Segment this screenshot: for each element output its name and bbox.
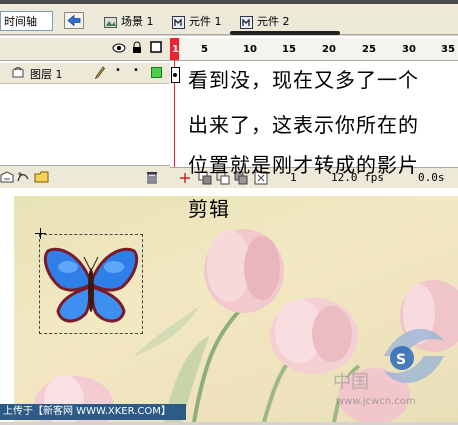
registration-crosshair	[35, 228, 46, 239]
back-button[interactable]	[64, 12, 84, 29]
lock-icon[interactable]	[132, 41, 142, 53]
breadcrumb-label: 元件 1	[189, 15, 222, 28]
caption-line-1: 看到没，现在又多了一个	[188, 68, 419, 92]
ruler-tick: 20	[322, 44, 336, 55]
breadcrumb-symbol-1[interactable]: 元件 1	[172, 14, 222, 30]
upload-credit: 上传于【新客网 WWW.XKER.COM】	[0, 404, 186, 420]
caption-line-2: 出来了，这表示你所在的	[188, 113, 419, 137]
watermark-text: 中国	[333, 372, 369, 393]
butterfly-movie-clip[interactable]	[39, 234, 143, 334]
breadcrumb-symbol-2[interactable]: 元件 2	[240, 14, 290, 30]
butterfly-icon	[43, 247, 139, 323]
insert-folder-icon[interactable]	[34, 170, 50, 184]
layer-name: 图层 1	[30, 68, 63, 81]
insert-layer-icon[interactable]	[0, 170, 14, 184]
layer-controls	[0, 165, 170, 188]
scene-icon	[104, 16, 117, 28]
back-arrow-icon	[64, 12, 84, 29]
ruler-tick: 35	[441, 44, 455, 55]
symbol-icon	[240, 15, 253, 29]
breadcrumb-scene-1[interactable]: 场景 1	[104, 14, 154, 30]
symbol-icon	[172, 15, 185, 29]
layer-header	[0, 38, 170, 61]
keyframe-cell[interactable]	[171, 67, 180, 83]
eye-icon[interactable]	[112, 43, 126, 53]
outline-icon[interactable]	[150, 41, 162, 53]
visibility-dot[interactable]: •	[115, 65, 121, 76]
pencil-icon	[95, 66, 105, 79]
delete-layer-icon[interactable]	[146, 170, 158, 184]
timeline-toggle-button[interactable]: 时间轴	[0, 11, 53, 31]
keyframe-dot	[173, 73, 177, 77]
svg-text:S: S	[396, 352, 406, 368]
ruler-tick: 10	[243, 44, 257, 55]
ruler-tick: 30	[402, 44, 416, 55]
watermark-url: www.jcwcn.com	[336, 396, 416, 407]
add-guide-layer-icon[interactable]	[16, 170, 30, 184]
layer-color-swatch[interactable]	[151, 67, 162, 78]
annotation-underline	[230, 31, 340, 35]
elapsed-time: 0.0s	[418, 171, 445, 184]
site-watermark-logo: S	[374, 316, 454, 396]
ruler-tick: 1	[172, 44, 179, 55]
ruler-tick: 5	[201, 44, 208, 55]
lock-dot[interactable]: •	[133, 65, 139, 76]
ruler-tick: 15	[282, 44, 296, 55]
layer-icon	[12, 67, 24, 78]
caption-line-3: 位置就是刚才转成的影片	[188, 153, 419, 177]
caption-line-4: 剪辑	[188, 197, 230, 221]
breadcrumb-label: 场景 1	[121, 15, 154, 28]
layer-row[interactable]: • •	[0, 63, 170, 84]
ruler-tick: 25	[362, 44, 376, 55]
breadcrumb-label: 元件 2	[257, 15, 290, 28]
